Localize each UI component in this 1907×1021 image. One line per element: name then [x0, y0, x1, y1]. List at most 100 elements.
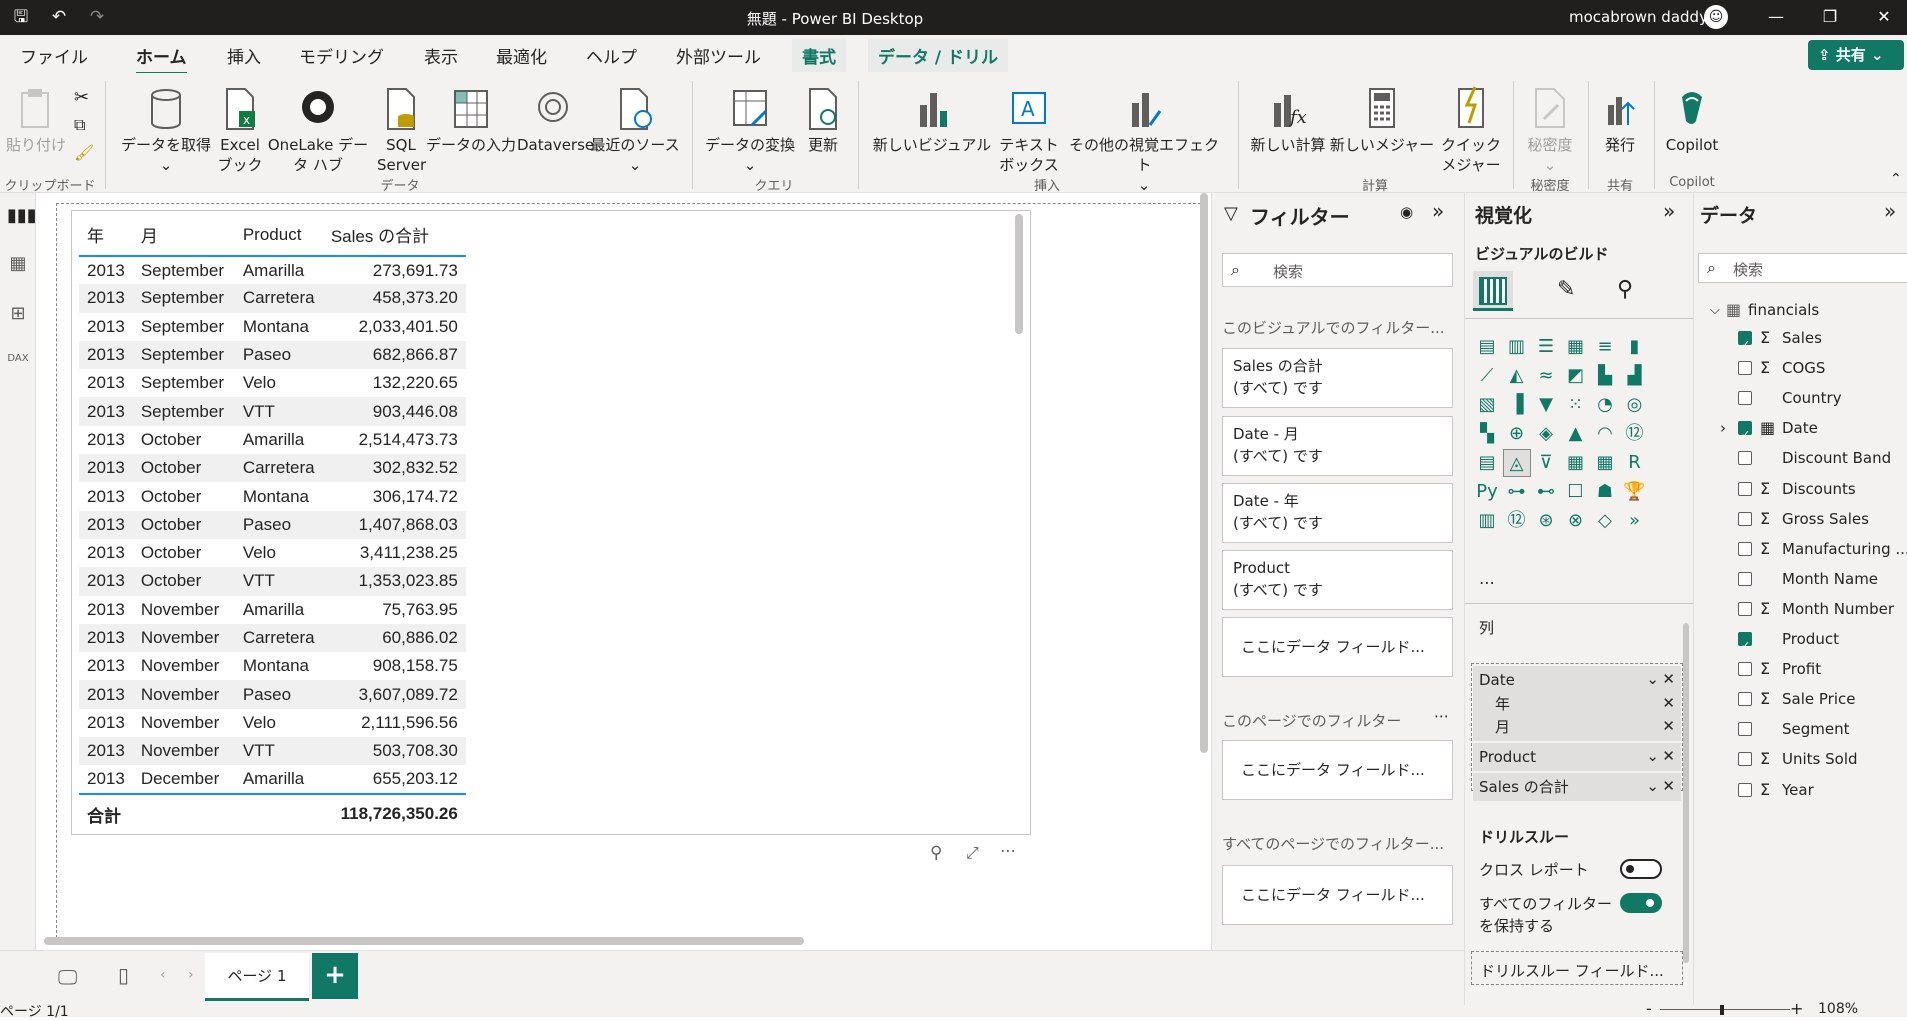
field-checkbox[interactable]	[1738, 571, 1752, 586]
field-checkbox[interactable]	[1738, 511, 1752, 526]
key-influencers-icon[interactable]: R	[1621, 449, 1649, 477]
table-icon[interactable]: ◬	[1502, 449, 1531, 477]
field-checkbox[interactable]	[1738, 420, 1752, 450]
cross-report-toggle[interactable]	[1620, 859, 1662, 879]
other-icon[interactable]: ◇	[1591, 507, 1619, 535]
menu-insert[interactable]: 挿入	[227, 43, 261, 68]
table-row[interactable]: 2013 October Montana 306,174.72	[79, 482, 466, 510]
focus-mode-icon[interactable]: ⤢	[966, 843, 979, 863]
field-checkbox[interactable]	[1738, 481, 1752, 496]
restore-icon[interactable]: ❐	[1810, 4, 1850, 30]
table-row[interactable]: 2013 November Paseo 3,607,089.72	[79, 680, 466, 709]
menu-external-tools[interactable]: 外部ツール	[676, 43, 761, 68]
viz-pane-scrollbar[interactable]	[1683, 623, 1689, 963]
keep-filters-toggle[interactable]	[1620, 893, 1662, 913]
table-row[interactable]: 2013 September Carretera 458,373.20	[79, 284, 466, 313]
table-row[interactable]: 2013 October VTT 1,353,023.85	[79, 567, 466, 596]
data-search-input[interactable]: ⌕ 検索	[1698, 253, 1907, 283]
remove-icon[interactable]: ✕	[1662, 744, 1675, 768]
report-view-icon[interactable]: ▮▮▮	[7, 205, 37, 227]
100-column-icon[interactable]: ▮	[1621, 333, 1649, 361]
card-icon[interactable]: ▲	[1562, 420, 1590, 448]
table-visual[interactable]: 年 月 Product Sales の合計 2013 September Amari…	[71, 210, 1031, 863]
field-checkbox[interactable]	[1738, 782, 1752, 797]
stacked-area-icon[interactable]: ≈	[1532, 362, 1560, 390]
table-name-financials[interactable]: financials	[1748, 301, 1819, 319]
avatar[interactable]: ☺	[1704, 5, 1728, 29]
table-row[interactable]: 2013 September Montana 2,033,401.50	[79, 313, 466, 341]
field-checkbox[interactable]	[1738, 631, 1752, 661]
remove-icon[interactable]: ✕	[1662, 714, 1675, 738]
r-visual-icon[interactable]: ▦	[1562, 449, 1590, 477]
python-visual-icon[interactable]: ▦	[1591, 449, 1619, 477]
map-icon[interactable]: ◎	[1621, 391, 1649, 419]
zoom-thumb[interactable]	[1720, 1005, 1724, 1015]
chevron-down-icon[interactable]: ⌄	[1646, 744, 1659, 768]
treemap-icon[interactable]: ◔	[1591, 391, 1619, 419]
page-tab-1[interactable]: ページ 1	[205, 953, 309, 1001]
waterfall-icon[interactable]: ▟	[1621, 362, 1649, 390]
get-data-button[interactable]: データを取得 ⌄	[117, 85, 215, 175]
add-page-button[interactable]: +	[312, 953, 358, 999]
azure-map-icon[interactable]: ⊕	[1503, 420, 1531, 448]
zoom-out-icon[interactable]: -	[1646, 999, 1652, 1018]
well-sales[interactable]: Sales の合計 ⌄ ✕	[1473, 773, 1681, 801]
table-row[interactable]: 2013 October Carretera 302,832.52	[79, 454, 466, 483]
remove-icon[interactable]: ✕	[1662, 774, 1675, 798]
clustered-column-icon[interactable]: ▦	[1562, 333, 1590, 361]
field-checkbox[interactable]	[1738, 330, 1752, 360]
field-checkbox[interactable]	[1738, 451, 1752, 466]
filter-pane-scrollbar[interactable]	[1200, 193, 1208, 753]
table-row[interactable]: 2013 November VTT 503,708.30	[79, 737, 466, 766]
format-painter-icon[interactable]: 🖌	[74, 143, 94, 162]
powerapps-icon[interactable]: ⊛	[1532, 507, 1560, 535]
zoom-in-icon[interactable]: +	[1790, 999, 1803, 1018]
filter-card-year[interactable]: Date - 年 (すべて) です	[1222, 483, 1453, 543]
col-header-sales[interactable]: Sales の合計	[322, 214, 466, 257]
close-icon[interactable]: ✕	[1864, 4, 1904, 30]
eye-icon[interactable]: ◉	[1400, 203, 1413, 221]
line-column-icon[interactable]: ◩	[1562, 362, 1590, 390]
donut-icon[interactable]: ⁙	[1562, 391, 1590, 419]
col-header-year[interactable]: 年	[79, 214, 133, 257]
ribbon-icon[interactable]: ▙	[1591, 362, 1619, 390]
minimize-icon[interactable]: —	[1756, 4, 1796, 30]
menu-view[interactable]: 表示	[424, 43, 458, 68]
menu-help[interactable]: ヘルプ	[586, 43, 637, 68]
new-measure-button[interactable]: 新しいメジャー	[1328, 85, 1436, 155]
build-visual-tab[interactable]	[1473, 271, 1513, 311]
paginated-icon[interactable]: ☐	[1562, 478, 1590, 506]
gauge-icon[interactable]: ◈	[1532, 420, 1560, 448]
filter-card-month[interactable]: Date - 月 (すべて) です	[1222, 416, 1453, 476]
table-row[interactable]: 2013 September Velo 132,220.65	[79, 369, 466, 397]
all-pages-drop-zone[interactable]: ここにデータ フィールド...	[1222, 865, 1453, 925]
new-calc-button[interactable]: fx 新しい計算	[1248, 85, 1328, 155]
collapse-data-icon[interactable]: »	[1884, 199, 1896, 223]
collapse-ribbon-icon[interactable]: ⌃	[1890, 171, 1902, 187]
recent-sources-button[interactable]: 最近のソース ⌄	[589, 85, 681, 175]
menu-data-drill[interactable]: データ / ドリル	[868, 39, 1009, 72]
menu-format[interactable]: 書式	[792, 39, 846, 72]
stacked-column-icon[interactable]: ▥	[1503, 333, 1531, 361]
line-icon[interactable]: ⟋	[1473, 362, 1501, 390]
clustered-bar-icon[interactable]: ☰	[1532, 333, 1560, 361]
share-button[interactable]: ⇪ 共有 ⌄	[1808, 40, 1904, 70]
100-bar-icon[interactable]: ≡	[1591, 333, 1619, 361]
dax-query-icon[interactable]: DAX	[7, 353, 29, 375]
chevron-down-icon[interactable]: ⌄	[1646, 774, 1659, 798]
new-visual-button[interactable]: 新しいビジュアル	[870, 85, 994, 155]
col-header-month[interactable]: 月	[132, 214, 235, 257]
table-row[interactable]: 2013 October Amarilla 2,514,473.73	[79, 426, 466, 454]
funnel-icon[interactable]: ▧	[1473, 391, 1501, 419]
cut-icon[interactable]: ✂	[74, 87, 89, 108]
refresh-button[interactable]: 更新	[800, 85, 846, 155]
quick-measure-button[interactable]: クイック メジャー	[1436, 85, 1506, 175]
filled-map-icon[interactable]: ▚	[1473, 420, 1501, 448]
table-row[interactable]: 2013 September Amarilla 273,691.73	[79, 256, 466, 284]
more-options-icon[interactable]: ⋯	[1000, 841, 1016, 860]
page-drop-zone[interactable]: ここにデータ フィールド...	[1222, 740, 1453, 800]
table-row[interactable]: 2013 December Amarilla 655,203.12	[79, 765, 466, 793]
filter-search-input[interactable]: ⌕ 検索	[1222, 253, 1453, 287]
visual-drop-zone[interactable]: ここにデータ フィールド...	[1222, 617, 1453, 677]
more-icon[interactable]: »	[1621, 507, 1649, 535]
